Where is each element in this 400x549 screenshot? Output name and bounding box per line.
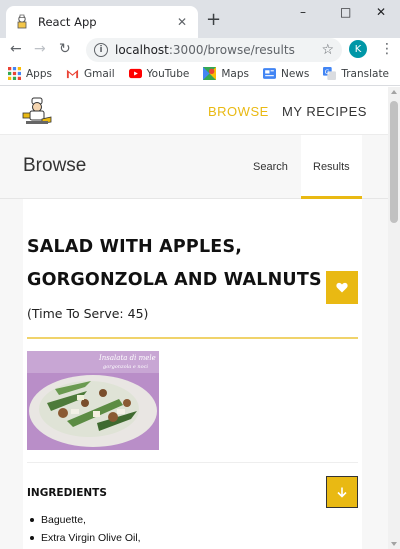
- bookmark-label: News: [280, 67, 310, 80]
- bookmark-news[interactable]: News: [262, 67, 310, 80]
- arrow-down-icon: [337, 487, 347, 498]
- scroll-up-icon[interactable]: [391, 90, 397, 94]
- minimize-icon[interactable]: –: [300, 5, 306, 19]
- apps-grid-icon: [8, 67, 21, 80]
- browser-tab[interactable]: React App ✕: [6, 6, 198, 38]
- page-viewport: BROWSE MY RECIPES Browse Search Results …: [0, 87, 388, 549]
- bookmark-label: Translate: [341, 67, 390, 80]
- profile-avatar[interactable]: K: [349, 40, 367, 58]
- image-caption-line1: Insalata di mele: [98, 354, 156, 362]
- nav-my-recipes-link[interactable]: MY RECIPES: [282, 104, 367, 119]
- svg-text:G: G: [325, 68, 330, 76]
- tab-close-icon[interactable]: ✕: [174, 15, 190, 29]
- recipe-card: SALAD WITH APPLES, GORGONZOLA AND WALNUT…: [23, 199, 362, 549]
- close-window-icon[interactable]: ✕: [376, 5, 386, 19]
- maps-icon: [203, 67, 217, 80]
- maximize-icon[interactable]: □: [340, 5, 351, 19]
- nav-browse-link[interactable]: BROWSE: [208, 104, 269, 119]
- scrollbar-thumb[interactable]: [390, 101, 398, 223]
- recipe-image: Insalata di mele gorgonzola e noci: [27, 351, 159, 450]
- image-caption-line2: gorgonzola e noci: [103, 364, 148, 370]
- tab-title: React App: [38, 15, 97, 29]
- favorite-button[interactable]: [326, 271, 358, 304]
- url-path: :3000/browse/results: [168, 43, 295, 57]
- news-icon: [262, 68, 276, 79]
- ingredients-heading: INGREDIENTS: [27, 487, 107, 499]
- page-title: Browse: [23, 155, 87, 176]
- site-info-icon[interactable]: i: [94, 43, 108, 57]
- section-divider: [27, 462, 358, 463]
- heart-icon: [336, 282, 348, 293]
- bookmark-gmail[interactable]: Gmail: [66, 67, 115, 80]
- forward-arrow-icon[interactable]: →: [34, 41, 46, 57]
- bookmark-star-icon[interactable]: ☆: [321, 42, 334, 58]
- address-bar[interactable]: i localhost:3000/browse/results ☆: [86, 38, 342, 62]
- bookmark-maps[interactable]: Maps: [203, 67, 249, 80]
- chef-logo-icon[interactable]: [22, 97, 52, 125]
- bookmarks-bar: Apps Gmail YouTube Maps News G Translate: [0, 62, 400, 86]
- title-divider: [27, 337, 358, 339]
- scroll-down-icon[interactable]: [391, 542, 397, 546]
- list-item: Baguette,: [27, 511, 141, 529]
- translate-icon: G: [323, 67, 337, 80]
- reload-icon[interactable]: ↻: [59, 41, 71, 57]
- bookmark-youtube[interactable]: YouTube: [128, 67, 190, 80]
- recipe-title: SALAD WITH APPLES, GORGONZOLA AND WALNUT…: [27, 231, 327, 330]
- bookmark-label: Apps: [26, 67, 52, 80]
- recipe-name: SALAD WITH APPLES, GORGONZOLA AND WALNUT…: [27, 237, 322, 290]
- expand-ingredients-button[interactable]: [326, 476, 358, 508]
- react-app-favicon-icon: [17, 14, 27, 29]
- youtube-icon: [128, 68, 142, 79]
- bookmark-label: YouTube: [146, 67, 190, 80]
- browser-tab-strip: React App ✕ + – □ ✕: [0, 0, 400, 38]
- tab-search[interactable]: Search: [253, 161, 288, 173]
- list-item: Extra Virgin Olive Oil,: [27, 529, 141, 547]
- page-scrollbar[interactable]: [388, 87, 400, 549]
- browse-subheader: Browse Search Results: [0, 135, 388, 199]
- bookmark-apps[interactable]: Apps: [8, 67, 52, 80]
- browser-menu-icon[interactable]: ⋮: [380, 41, 394, 57]
- bookmark-label: Maps: [221, 67, 249, 80]
- new-tab-icon[interactable]: +: [206, 11, 221, 29]
- back-arrow-icon[interactable]: ←: [10, 41, 22, 57]
- app-header: BROWSE MY RECIPES: [0, 87, 388, 135]
- time-to-serve: (Time To Serve: 45): [27, 306, 149, 321]
- ingredients-list: Baguette, Extra Virgin Olive Oil,: [27, 511, 141, 547]
- gmail-icon: [66, 69, 79, 79]
- tab-results[interactable]: Results: [301, 135, 362, 199]
- browser-toolbar: ← → ↻ i localhost:3000/browse/results ☆ …: [0, 38, 400, 62]
- profile-initial: K: [354, 43, 362, 55]
- url-host: localhost: [115, 43, 169, 57]
- tab-results-label: Results: [313, 161, 350, 173]
- bookmark-label: Gmail: [83, 67, 115, 80]
- bookmark-translate[interactable]: G Translate: [323, 67, 389, 80]
